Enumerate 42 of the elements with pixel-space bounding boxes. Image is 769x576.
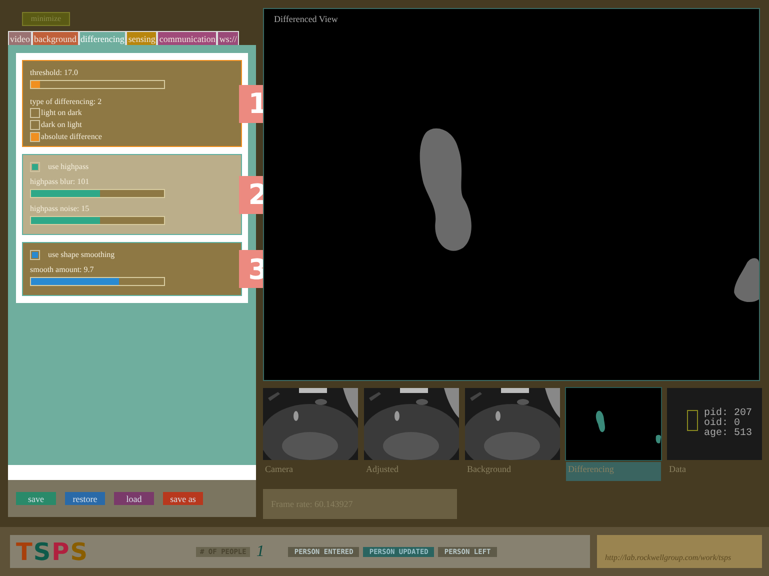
slider-label: threshold: 17.0 [30, 68, 79, 78]
tab[interactable]: communication [157, 31, 218, 45]
view-title: Differenced View [274, 14, 338, 24]
action-button[interactable]: save [16, 492, 56, 505]
view-tab[interactable]: Data [667, 462, 762, 476]
view-tab[interactable]: Differencing [566, 462, 661, 481]
action-button[interactable]: save as [163, 492, 203, 505]
people-count: 1 [256, 542, 264, 560]
logo: TSPS [16, 538, 90, 566]
checkbox-label: use highpass [48, 162, 89, 172]
slider[interactable] [30, 189, 165, 198]
view-tab[interactable]: Background [465, 462, 560, 476]
checkbox-label: light on dark [41, 108, 82, 118]
data-line: oid: 0 [704, 419, 740, 429]
checkbox[interactable] [30, 162, 40, 172]
tab[interactable]: differencing [78, 31, 126, 45]
checkbox-label: absolute difference [41, 132, 102, 142]
checkbox[interactable] [30, 120, 40, 130]
action-button[interactable]: restore [65, 492, 105, 505]
slider[interactable] [30, 216, 165, 225]
slider-label: smooth amount: 9.7 [30, 265, 95, 275]
action-button[interactable]: load [114, 492, 154, 505]
tab[interactable]: video [8, 31, 32, 45]
view-tab[interactable]: Camera [263, 462, 358, 476]
slider[interactable] [30, 80, 165, 89]
data-line: pid: 207 [704, 409, 752, 419]
checkbox-label: dark on light [41, 120, 82, 130]
option-heading: type of differencing: 2 [30, 97, 103, 107]
checkbox[interactable] [30, 108, 40, 118]
checkbox-label: use shape smoothing [48, 250, 115, 260]
slider-label: highpass blur: 101 [30, 177, 90, 187]
checkbox[interactable] [30, 132, 40, 142]
tab[interactable]: ws:// [217, 31, 239, 45]
selection-marker [687, 410, 698, 431]
slider[interactable] [30, 277, 165, 286]
checkbox[interactable] [30, 250, 40, 260]
slider-label: highpass noise: 15 [30, 204, 90, 214]
url-link[interactable]: http://lab.rockwellgroup.com/work/tsps [605, 553, 732, 562]
tab[interactable]: background [32, 31, 78, 45]
view-tab[interactable]: Adjusted [364, 462, 459, 476]
data-line: age: 513 [704, 429, 752, 439]
tab[interactable]: sensing [126, 31, 158, 45]
